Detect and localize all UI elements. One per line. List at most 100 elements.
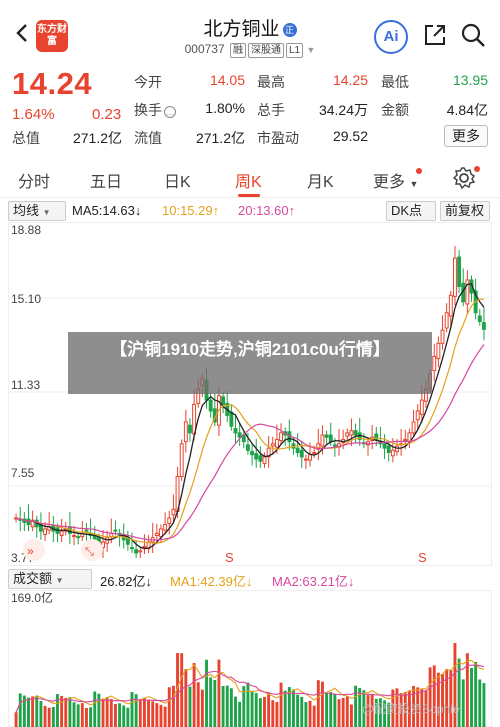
overlay-banner: 【沪铜1910走势,沪铜2101c0u行情】	[68, 332, 432, 394]
candle-body	[320, 434, 325, 447]
volume-bar	[213, 680, 217, 727]
candle-body	[208, 399, 213, 412]
volume-bar	[349, 704, 353, 727]
candle-body	[250, 450, 255, 456]
volume-bar	[167, 687, 171, 727]
volume-bar	[312, 705, 316, 727]
candle-body	[76, 536, 81, 539]
volume-bar	[470, 667, 473, 727]
volume-bar	[316, 680, 320, 727]
y-tick: 7.55	[11, 466, 35, 480]
ma-type-select[interactable]: 均线 ▼	[8, 201, 66, 221]
volume-bar	[51, 707, 55, 727]
candle-body	[432, 355, 437, 372]
volume-bar	[321, 681, 324, 727]
tag-connect: 深股通	[248, 43, 284, 58]
expand-icon[interactable]: ⤡	[81, 539, 103, 561]
candle-body	[295, 447, 300, 454]
candle-body	[159, 528, 163, 538]
volume-bar	[258, 698, 262, 727]
tab-five-day[interactable]: 五日	[90, 168, 122, 192]
volume-ma2: MA2:63.21亿↓	[272, 574, 355, 589]
candle-body	[345, 432, 350, 437]
volume-y-tick: 169.0亿	[11, 590, 53, 605]
chevron-down-icon[interactable]: ▼	[306, 45, 315, 55]
volume-bar	[271, 700, 275, 727]
candle-body	[382, 443, 387, 449]
candle-body	[448, 294, 453, 317]
candle-body	[477, 315, 482, 322]
volume-bar	[188, 686, 192, 727]
tab-minute[interactable]: 分时	[18, 168, 50, 192]
more-quote-button[interactable]: 更多	[444, 125, 488, 147]
low-label: 最低	[381, 74, 409, 90]
info-icon[interactable]: …	[164, 106, 176, 118]
volume-bar	[234, 696, 237, 727]
tab-day-k[interactable]: 日K	[164, 168, 191, 192]
volume-bar	[341, 697, 345, 727]
candle-body	[113, 529, 118, 532]
share-icon[interactable]	[422, 22, 448, 48]
sell-marker: S	[225, 550, 234, 565]
turnover-value: 1.80%	[205, 100, 245, 116]
volume-bar	[300, 696, 304, 727]
candle-body	[324, 434, 329, 438]
tab-more[interactable]: 更多 ▼	[373, 168, 418, 192]
settings-dot	[474, 166, 480, 172]
volume-bar	[126, 707, 130, 727]
settings-gear-icon[interactable]	[452, 166, 476, 190]
tab-month-k[interactable]: 月K	[307, 168, 334, 192]
candle-body	[183, 421, 188, 443]
current-price: 14.24	[12, 66, 93, 101]
candle-body	[481, 322, 486, 330]
volume-bar	[465, 653, 469, 727]
candle-body	[303, 458, 308, 461]
ai-assistant-button[interactable]: Ai	[374, 20, 408, 54]
pe-value: 29.52	[332, 128, 368, 144]
candle-body	[171, 508, 176, 516]
volume-bar	[229, 688, 233, 727]
volume-bar	[192, 663, 196, 727]
candle-body	[411, 421, 416, 434]
candle-body	[279, 432, 284, 442]
y-tick: 15.10	[11, 292, 41, 306]
volume-bar	[461, 679, 465, 727]
volume-bar	[296, 694, 300, 727]
turnover-label: 换手…	[134, 102, 176, 118]
dk-point-select[interactable]: DK点 ▼	[386, 201, 436, 235]
candle-body	[403, 438, 408, 442]
stock-name: 北方铜业	[203, 19, 280, 40]
candle-body	[452, 257, 457, 297]
volume-bar	[445, 669, 449, 727]
volume-bar	[337, 699, 341, 727]
y-tick: 18.88	[11, 223, 41, 237]
candle-body	[328, 434, 333, 443]
volume-bar	[47, 707, 51, 727]
candle-body	[419, 399, 424, 415]
volume-type-select[interactable]: 成交额 ▼	[8, 569, 92, 589]
adjust-select[interactable]: 前复权	[440, 201, 490, 221]
volume-ma1: MA1:42.39亿↓	[170, 574, 253, 589]
amount-value: 4.84亿	[446, 102, 488, 118]
volume-bar	[329, 692, 333, 727]
search-icon[interactable]	[460, 22, 486, 48]
scroll-left-icon[interactable]: »	[23, 539, 45, 561]
volume-value: 34.24万	[318, 102, 368, 118]
volume-bar	[89, 707, 93, 727]
tab-week-k[interactable]: 周K	[235, 168, 262, 192]
volume-bar	[263, 696, 266, 727]
candle-body	[312, 452, 317, 455]
volume-bar	[428, 667, 432, 727]
candlestick-chart[interactable]: 18.88 15.10 11.33 7.55 3.77 S S » ⤡	[8, 222, 492, 566]
volume-bar	[113, 704, 117, 727]
candle-body	[167, 517, 172, 524]
candle-body	[163, 524, 168, 531]
volume-bar	[205, 659, 208, 727]
stock-code: 000737	[184, 42, 225, 56]
open-value: 14.05	[209, 72, 245, 88]
tag-level: L1	[286, 43, 304, 58]
candle-body	[332, 444, 337, 447]
volume-bar	[60, 696, 64, 727]
volume-bar	[105, 697, 109, 727]
volume-bar	[151, 701, 155, 727]
